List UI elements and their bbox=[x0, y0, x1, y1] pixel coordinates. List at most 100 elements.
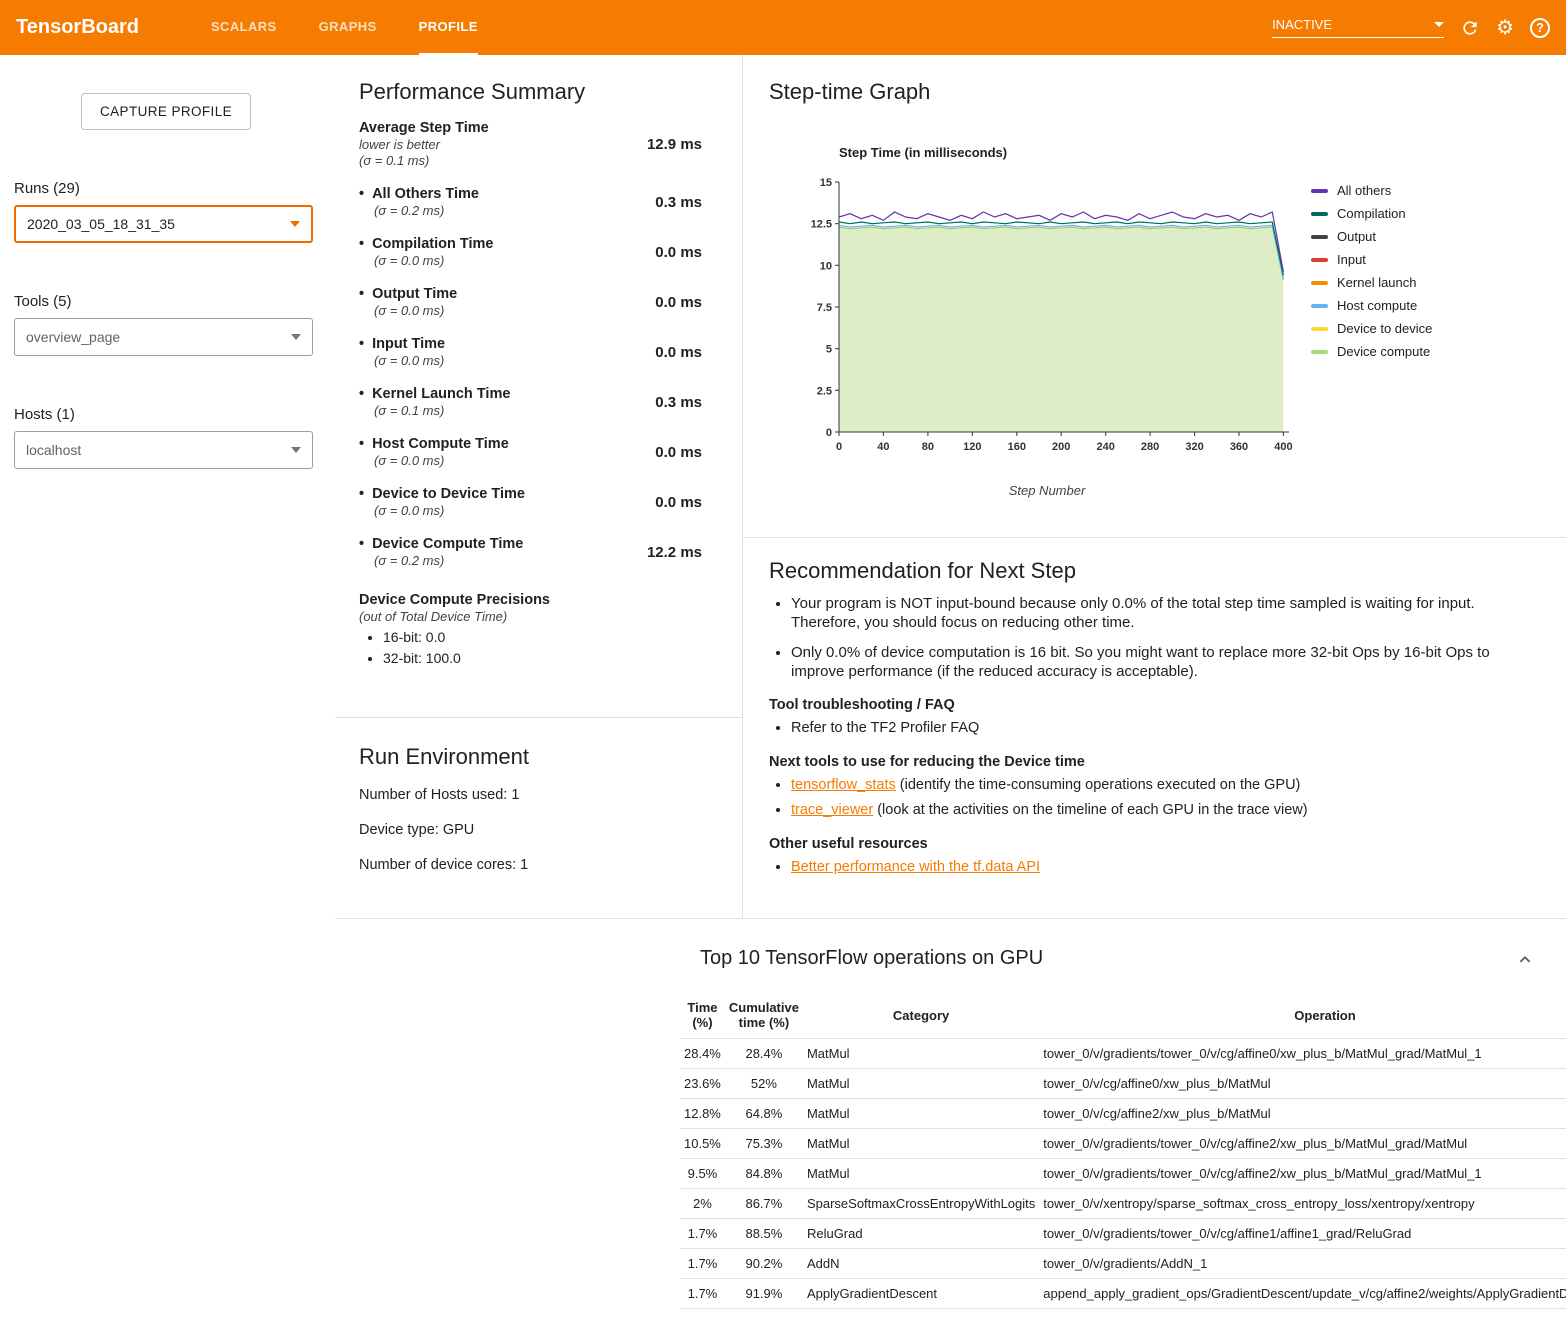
cell-cumulative: 75.3% bbox=[725, 1129, 803, 1159]
col-cumulative: Cumulative time (%) bbox=[725, 992, 803, 1039]
cell-cumulative: 52% bbox=[725, 1069, 803, 1099]
chart-legend: All othersCompilationOutputInputKernel l… bbox=[1311, 183, 1432, 498]
legend-item: Device to device bbox=[1311, 321, 1432, 336]
legend-label: Compilation bbox=[1337, 206, 1406, 221]
app-header: TensorBoard SCALARS GRAPHS PROFILE INACT… bbox=[0, 0, 1566, 55]
cell-time: 1.7% bbox=[680, 1279, 725, 1309]
average-step-time-value: 12.9 ms bbox=[647, 136, 702, 153]
cell-time: 2% bbox=[680, 1189, 725, 1219]
perf-metric-row: •Input Time(σ = 0.0 ms)0.0 ms bbox=[359, 335, 702, 369]
run-environment-line: Number of device cores: 1 bbox=[359, 857, 718, 873]
legend-label: Output bbox=[1337, 229, 1376, 244]
table-row: 28.4%28.4%MatMultower_0/v/gradients/towe… bbox=[680, 1039, 1566, 1069]
perf-metric-sigma: (σ = 0.0 ms) bbox=[374, 303, 457, 319]
perf-metric-value: 0.0 ms bbox=[655, 294, 702, 311]
top-ops-panel: Top 10 TensorFlow operations on GPU Time… bbox=[335, 919, 1566, 1319]
run-environment-line: Number of Hosts used: 1 bbox=[359, 787, 718, 803]
bullet-icon: • bbox=[359, 386, 364, 402]
header-actions: INACTIVE ⚙ ? bbox=[1272, 17, 1550, 38]
svg-text:240: 240 bbox=[1097, 441, 1115, 453]
tools-label: Tools (5) bbox=[14, 293, 321, 310]
svg-text:40: 40 bbox=[877, 441, 889, 453]
cell-operation: tower_0/v/gradients/tower_0/v/cg/affine2… bbox=[1039, 1129, 1566, 1159]
perf-metric-label: •Device to Device Time bbox=[359, 485, 525, 503]
cell-time: 12.8% bbox=[680, 1099, 725, 1129]
bullet-icon: • bbox=[359, 486, 364, 502]
legend-label: Device compute bbox=[1337, 344, 1430, 359]
svg-text:200: 200 bbox=[1052, 441, 1070, 453]
cell-cumulative: 91.9% bbox=[725, 1279, 803, 1309]
cell-time: 28.4% bbox=[680, 1039, 725, 1069]
perf-metric-label: •All Others Time bbox=[359, 185, 479, 203]
table-row: 2%86.7%SparseSoftmaxCrossEntropyWithLogi… bbox=[680, 1189, 1566, 1219]
col-time: Time (%) bbox=[680, 992, 725, 1039]
legend-swatch bbox=[1311, 258, 1328, 262]
runs-dropdown[interactable]: 2020_03_05_18_31_35 bbox=[14, 205, 313, 243]
perf-metric-row: •Compilation Time(σ = 0.0 ms)0.0 ms bbox=[359, 235, 702, 269]
perf-metric-label: •Kernel Launch Time bbox=[359, 385, 510, 403]
svg-text:2.5: 2.5 bbox=[817, 385, 832, 397]
perf-metric-row: •All Others Time(σ = 0.2 ms)0.3 ms bbox=[359, 185, 702, 219]
table-row: 1.7%88.5%ReluGradtower_0/v/gradients/tow… bbox=[680, 1219, 1566, 1249]
perf-metric-row: •Kernel Launch Time(σ = 0.1 ms)0.3 ms bbox=[359, 385, 702, 419]
perf-metric-label: •Device Compute Time bbox=[359, 535, 523, 553]
device-compute-precisions: Device Compute Precisions (out of Total … bbox=[359, 591, 702, 666]
chart-x-axis-label: Step Number bbox=[797, 483, 1297, 498]
tab-profile[interactable]: PROFILE bbox=[419, 0, 478, 55]
cell-category: SparseSoftmaxCrossEntropyWithLogits bbox=[803, 1189, 1039, 1219]
cell-category: MatMul bbox=[803, 1069, 1039, 1099]
perf-metric-value: 0.0 ms bbox=[655, 494, 702, 511]
trace-viewer-link[interactable]: trace_viewer bbox=[791, 802, 873, 818]
table-row: 9.5%84.8%MatMultower_0/v/gradients/tower… bbox=[680, 1159, 1566, 1189]
bullet-icon: • bbox=[359, 536, 364, 552]
gear-icon[interactable]: ⚙ bbox=[1496, 18, 1514, 38]
legend-item: Input bbox=[1311, 252, 1432, 267]
svg-text:280: 280 bbox=[1141, 441, 1159, 453]
svg-text:320: 320 bbox=[1185, 441, 1203, 453]
cell-time: 9.5% bbox=[680, 1159, 725, 1189]
precisions-list: 16-bit: 0.032-bit: 100.0 bbox=[359, 629, 702, 666]
run-environment-lines: Number of Hosts used: 1Device type: GPUN… bbox=[359, 787, 718, 873]
tab-scalars[interactable]: SCALARS bbox=[211, 0, 277, 55]
perf-metric-sigma: (σ = 0.2 ms) bbox=[374, 203, 479, 219]
next-tool-item: tensorflow_stats (identify the time-cons… bbox=[791, 776, 1536, 795]
recommendation-panel: Recommendation for Next Step Your progra… bbox=[743, 538, 1566, 907]
perf-metric-value: 0.0 ms bbox=[655, 444, 702, 461]
cell-cumulative: 88.5% bbox=[725, 1219, 803, 1249]
cell-operation: tower_0/v/gradients/tower_0/v/cg/affine1… bbox=[1039, 1219, 1566, 1249]
next-tool-item: trace_viewer (look at the activities on … bbox=[791, 801, 1536, 820]
chevron-down-icon bbox=[290, 221, 300, 227]
cell-category: MatMul bbox=[803, 1159, 1039, 1189]
faq-item: Refer to the TF2 Profiler FAQ bbox=[791, 719, 1536, 738]
hosts-dropdown[interactable]: localhost bbox=[14, 431, 313, 469]
run-status-dropdown[interactable]: INACTIVE bbox=[1272, 17, 1444, 38]
legend-swatch bbox=[1311, 235, 1328, 239]
perf-metric-value: 12.2 ms bbox=[647, 544, 702, 561]
help-icon[interactable]: ? bbox=[1530, 18, 1550, 38]
tensorflow-stats-link[interactable]: tensorflow_stats bbox=[791, 777, 896, 793]
recommendation-title: Recommendation for Next Step bbox=[769, 558, 1536, 584]
cell-category: MatMul bbox=[803, 1099, 1039, 1129]
table-header-row: Time (%) Cumulative time (%) Category Op… bbox=[680, 992, 1566, 1039]
faq-heading: Tool troubleshooting / FAQ bbox=[769, 697, 1536, 713]
col-category: Category bbox=[803, 992, 1039, 1039]
perf-metric-label: •Compilation Time bbox=[359, 235, 493, 253]
bullet-icon: • bbox=[359, 186, 364, 202]
collapse-icon[interactable] bbox=[1514, 949, 1536, 974]
refresh-icon[interactable] bbox=[1460, 18, 1480, 38]
perf-metric-sigma: (σ = 0.1 ms) bbox=[374, 403, 510, 419]
capture-profile-button[interactable]: CAPTURE PROFILE bbox=[81, 93, 251, 130]
precision-item: 32-bit: 100.0 bbox=[383, 650, 702, 666]
svg-text:5: 5 bbox=[826, 344, 832, 356]
perf-metric-row: •Device Compute Time(σ = 0.2 ms)12.2 ms bbox=[359, 535, 702, 569]
tools-dropdown[interactable]: overview_page bbox=[14, 318, 313, 356]
tab-graphs[interactable]: GRAPHS bbox=[319, 0, 377, 55]
step-time-chart: 02.557.51012.515040801201602002402803203… bbox=[797, 170, 1297, 470]
perf-metric-value: 0.0 ms bbox=[655, 244, 702, 261]
legend-item: Host compute bbox=[1311, 298, 1432, 313]
step-time-graph-panel: Step-time Graph Step Time (in millisecon… bbox=[743, 55, 1566, 538]
average-step-time-row: Average Step Time lower is better (σ = 0… bbox=[359, 119, 702, 169]
table-row: 1.7%91.9%ApplyGradientDescentappend_appl… bbox=[680, 1279, 1566, 1309]
sidebar: CAPTURE PROFILE Runs (29) 2020_03_05_18_… bbox=[0, 55, 335, 1319]
tfdata-api-link[interactable]: Better performance with the tf.data API bbox=[791, 859, 1040, 875]
